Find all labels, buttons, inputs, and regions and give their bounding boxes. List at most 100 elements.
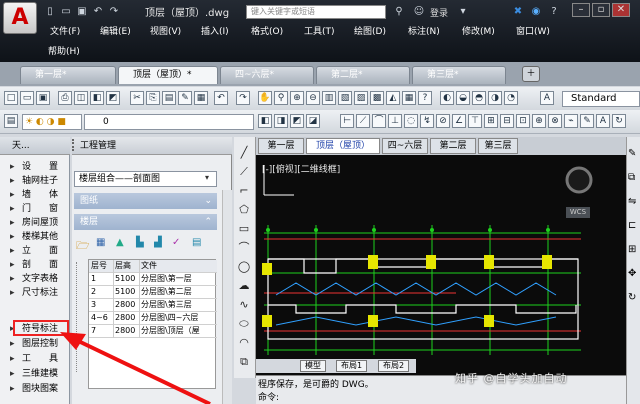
open-file-icon[interactable]: ▭ xyxy=(20,91,34,105)
render-icon[interactable]: ◐ xyxy=(440,91,454,105)
canvas-tab-third[interactable]: 第三层 xyxy=(478,138,518,154)
close-button[interactable]: ✕ xyxy=(612,3,630,17)
zoom-realtime-icon[interactable]: ⚲ xyxy=(274,91,288,105)
canvas-tab-roof[interactable]: 顶层（屋顶） xyxy=(306,138,380,154)
cut-icon[interactable]: ✂ xyxy=(130,91,144,105)
help-toolbar-icon[interactable]: ? xyxy=(418,91,432,105)
menu-item-stairs[interactable]: 楼梯其他 xyxy=(0,230,70,244)
menu-item-room-roof[interactable]: 房间屋顶 xyxy=(0,216,70,230)
circle-icon[interactable]: ◯ xyxy=(236,259,252,275)
binoculars-icon[interactable]: ⚲ xyxy=(393,6,405,18)
inspect-icon[interactable]: ⊗ xyxy=(548,114,562,128)
elevation-tool-icon[interactable]: ▲ xyxy=(116,237,130,251)
revcloud-icon[interactable]: ☁ xyxy=(236,278,252,294)
diameter-dim-icon[interactable]: ⊘ xyxy=(436,114,450,128)
application-menu-button[interactable]: A xyxy=(3,2,37,34)
calculator-icon[interactable]: ▦ xyxy=(402,91,416,105)
user-icon[interactable]: ☺ xyxy=(413,6,425,18)
section-tool-icon[interactable]: ▙ xyxy=(136,237,150,251)
redo-toolbar-icon[interactable]: ↷ xyxy=(236,91,250,105)
jogged-dim-icon[interactable]: ↯ xyxy=(420,114,434,128)
polyline-icon[interactable]: ⌐ xyxy=(236,183,252,199)
array-icon[interactable]: ⊞ xyxy=(628,244,636,255)
search-input[interactable]: 键入关键字或短语 xyxy=(246,5,386,19)
rotate-icon[interactable]: ↻ xyxy=(628,292,636,303)
table-row[interactable]: 1 5100 分层图\第一层 xyxy=(89,273,217,286)
menu-item-tools[interactable]: 工 具 xyxy=(0,352,70,366)
visual-style-icon[interactable]: ◔ xyxy=(504,91,518,105)
preview-icon[interactable]: ◫ xyxy=(74,91,88,105)
table-row[interactable]: 2 5100 分层图\第二层 xyxy=(89,286,217,299)
combo-arrow-icon[interactable]: ▾ xyxy=(205,173,209,182)
section-floors[interactable]: 楼层 ⌃ xyxy=(74,214,217,230)
menu-item-3d-modeling[interactable]: 三维建模 xyxy=(0,367,70,381)
dim-edit-icon[interactable]: ✎ xyxy=(580,114,594,128)
ordinate-dim-icon[interactable]: ⊥ xyxy=(388,114,402,128)
radius-dim-icon[interactable]: ◌ xyxy=(404,114,418,128)
table-tool-icon[interactable]: ▤ xyxy=(192,237,206,251)
menu-dimension[interactable]: 标注(N) xyxy=(408,24,440,37)
quick-dim-icon[interactable]: ⊤ xyxy=(468,114,482,128)
minimize-button[interactable]: – xyxy=(572,3,590,17)
undo-icon[interactable]: ↶ xyxy=(92,6,104,18)
menu-format[interactable]: 格式(O) xyxy=(251,24,283,37)
undo-toolbar-icon[interactable]: ↶ xyxy=(214,91,228,105)
layer-state-icons[interactable]: ☀ ◐ ◑ ■ xyxy=(22,114,82,130)
layer-dropdown[interactable]: 0 xyxy=(84,114,254,130)
make-current-icon[interactable]: ◧ xyxy=(258,114,272,128)
mirror-icon[interactable]: ⇋ xyxy=(628,196,636,207)
tab-layout1[interactable]: 布局1 xyxy=(336,360,368,372)
table-row[interactable]: 3 2800 分层图\第三层 xyxy=(89,299,217,312)
menu-tools[interactable]: 工具(T) xyxy=(304,24,335,37)
plot-icon[interactable]: ◩ xyxy=(106,91,120,105)
menu-item-section[interactable]: 剖 面 xyxy=(0,258,70,272)
panel-grip[interactable] xyxy=(72,139,76,151)
tab-model[interactable]: 模型 xyxy=(300,360,326,372)
ellipse-arc-icon[interactable]: ◠ xyxy=(236,335,252,351)
polygon-icon[interactable]: ⬠ xyxy=(236,202,252,218)
menu-item-wall[interactable]: 墙 体 xyxy=(0,188,70,202)
menu-item-block-pattern[interactable]: 图块图案 xyxy=(0,382,70,396)
table-row[interactable]: 4~6 2800 分层图\四~六层 xyxy=(89,312,217,325)
construction-line-icon[interactable]: ⟋ xyxy=(236,164,252,180)
zoom-window-icon[interactable]: ⊕ xyxy=(290,91,304,105)
tolerance-icon[interactable]: ⊡ xyxy=(516,114,530,128)
tool-palettes-icon[interactable]: ▨ xyxy=(354,91,368,105)
menu-item-door-window[interactable]: 门 窗 xyxy=(0,202,70,216)
doc-tab-first-floor[interactable]: 第一层* xyxy=(20,66,116,84)
markup-icon[interactable]: ◭ xyxy=(386,91,400,105)
print-icon[interactable]: ⎙ xyxy=(58,91,72,105)
canvas-tab-second[interactable]: 第二层 xyxy=(430,138,476,154)
properties-icon[interactable]: ▥ xyxy=(322,91,336,105)
text-style-icon[interactable]: A xyxy=(540,91,554,105)
material-icon[interactable]: ◒ xyxy=(456,91,470,105)
table-row[interactable]: 7 2800 分层图\顶层（屋 xyxy=(89,325,217,338)
menu-edit[interactable]: 编辑(E) xyxy=(100,24,131,37)
spline-icon[interactable]: ∿ xyxy=(236,297,252,313)
wcs-label[interactable]: WCS xyxy=(566,207,590,218)
redo-icon[interactable]: ↷ xyxy=(108,6,120,18)
design-center-icon[interactable]: ▧ xyxy=(338,91,352,105)
doc-tab-roof[interactable]: 顶层（屋顶）* xyxy=(118,66,218,84)
paste-icon[interactable]: ▤ xyxy=(162,91,176,105)
dim-text-edit-icon[interactable]: A xyxy=(596,114,610,128)
new-tab-icon[interactable]: ＋ xyxy=(522,66,540,82)
dropdown-arrow-icon[interactable]: ▾ xyxy=(457,6,469,18)
line-icon[interactable]: ╱ xyxy=(236,145,252,161)
panel-scrollbar[interactable] xyxy=(222,190,232,404)
menu-draw[interactable]: 绘图(D) xyxy=(354,24,386,37)
pan-icon[interactable]: ✋ xyxy=(258,91,272,105)
continue-dim-icon[interactable]: ⊟ xyxy=(500,114,514,128)
new-icon[interactable]: ▯ xyxy=(44,6,56,18)
menu-view[interactable]: 视图(V) xyxy=(150,24,181,37)
jogged-linear-icon[interactable]: ⌁ xyxy=(564,114,578,128)
erase-icon[interactable]: ✎ xyxy=(628,148,636,159)
open-icon[interactable]: ▭ xyxy=(60,6,72,18)
canvas-tab-first-floor[interactable]: 第一层 xyxy=(258,138,304,154)
linear-dim-icon[interactable]: ⊢ xyxy=(340,114,354,128)
community-icon[interactable]: ◉ xyxy=(530,6,542,18)
dim-update-icon[interactable]: ↻ xyxy=(612,114,626,128)
move-icon[interactable]: ✥ xyxy=(628,268,636,279)
tab-layout2[interactable]: 布局2 xyxy=(378,360,410,372)
login-link[interactable]: 登录 xyxy=(430,6,448,19)
